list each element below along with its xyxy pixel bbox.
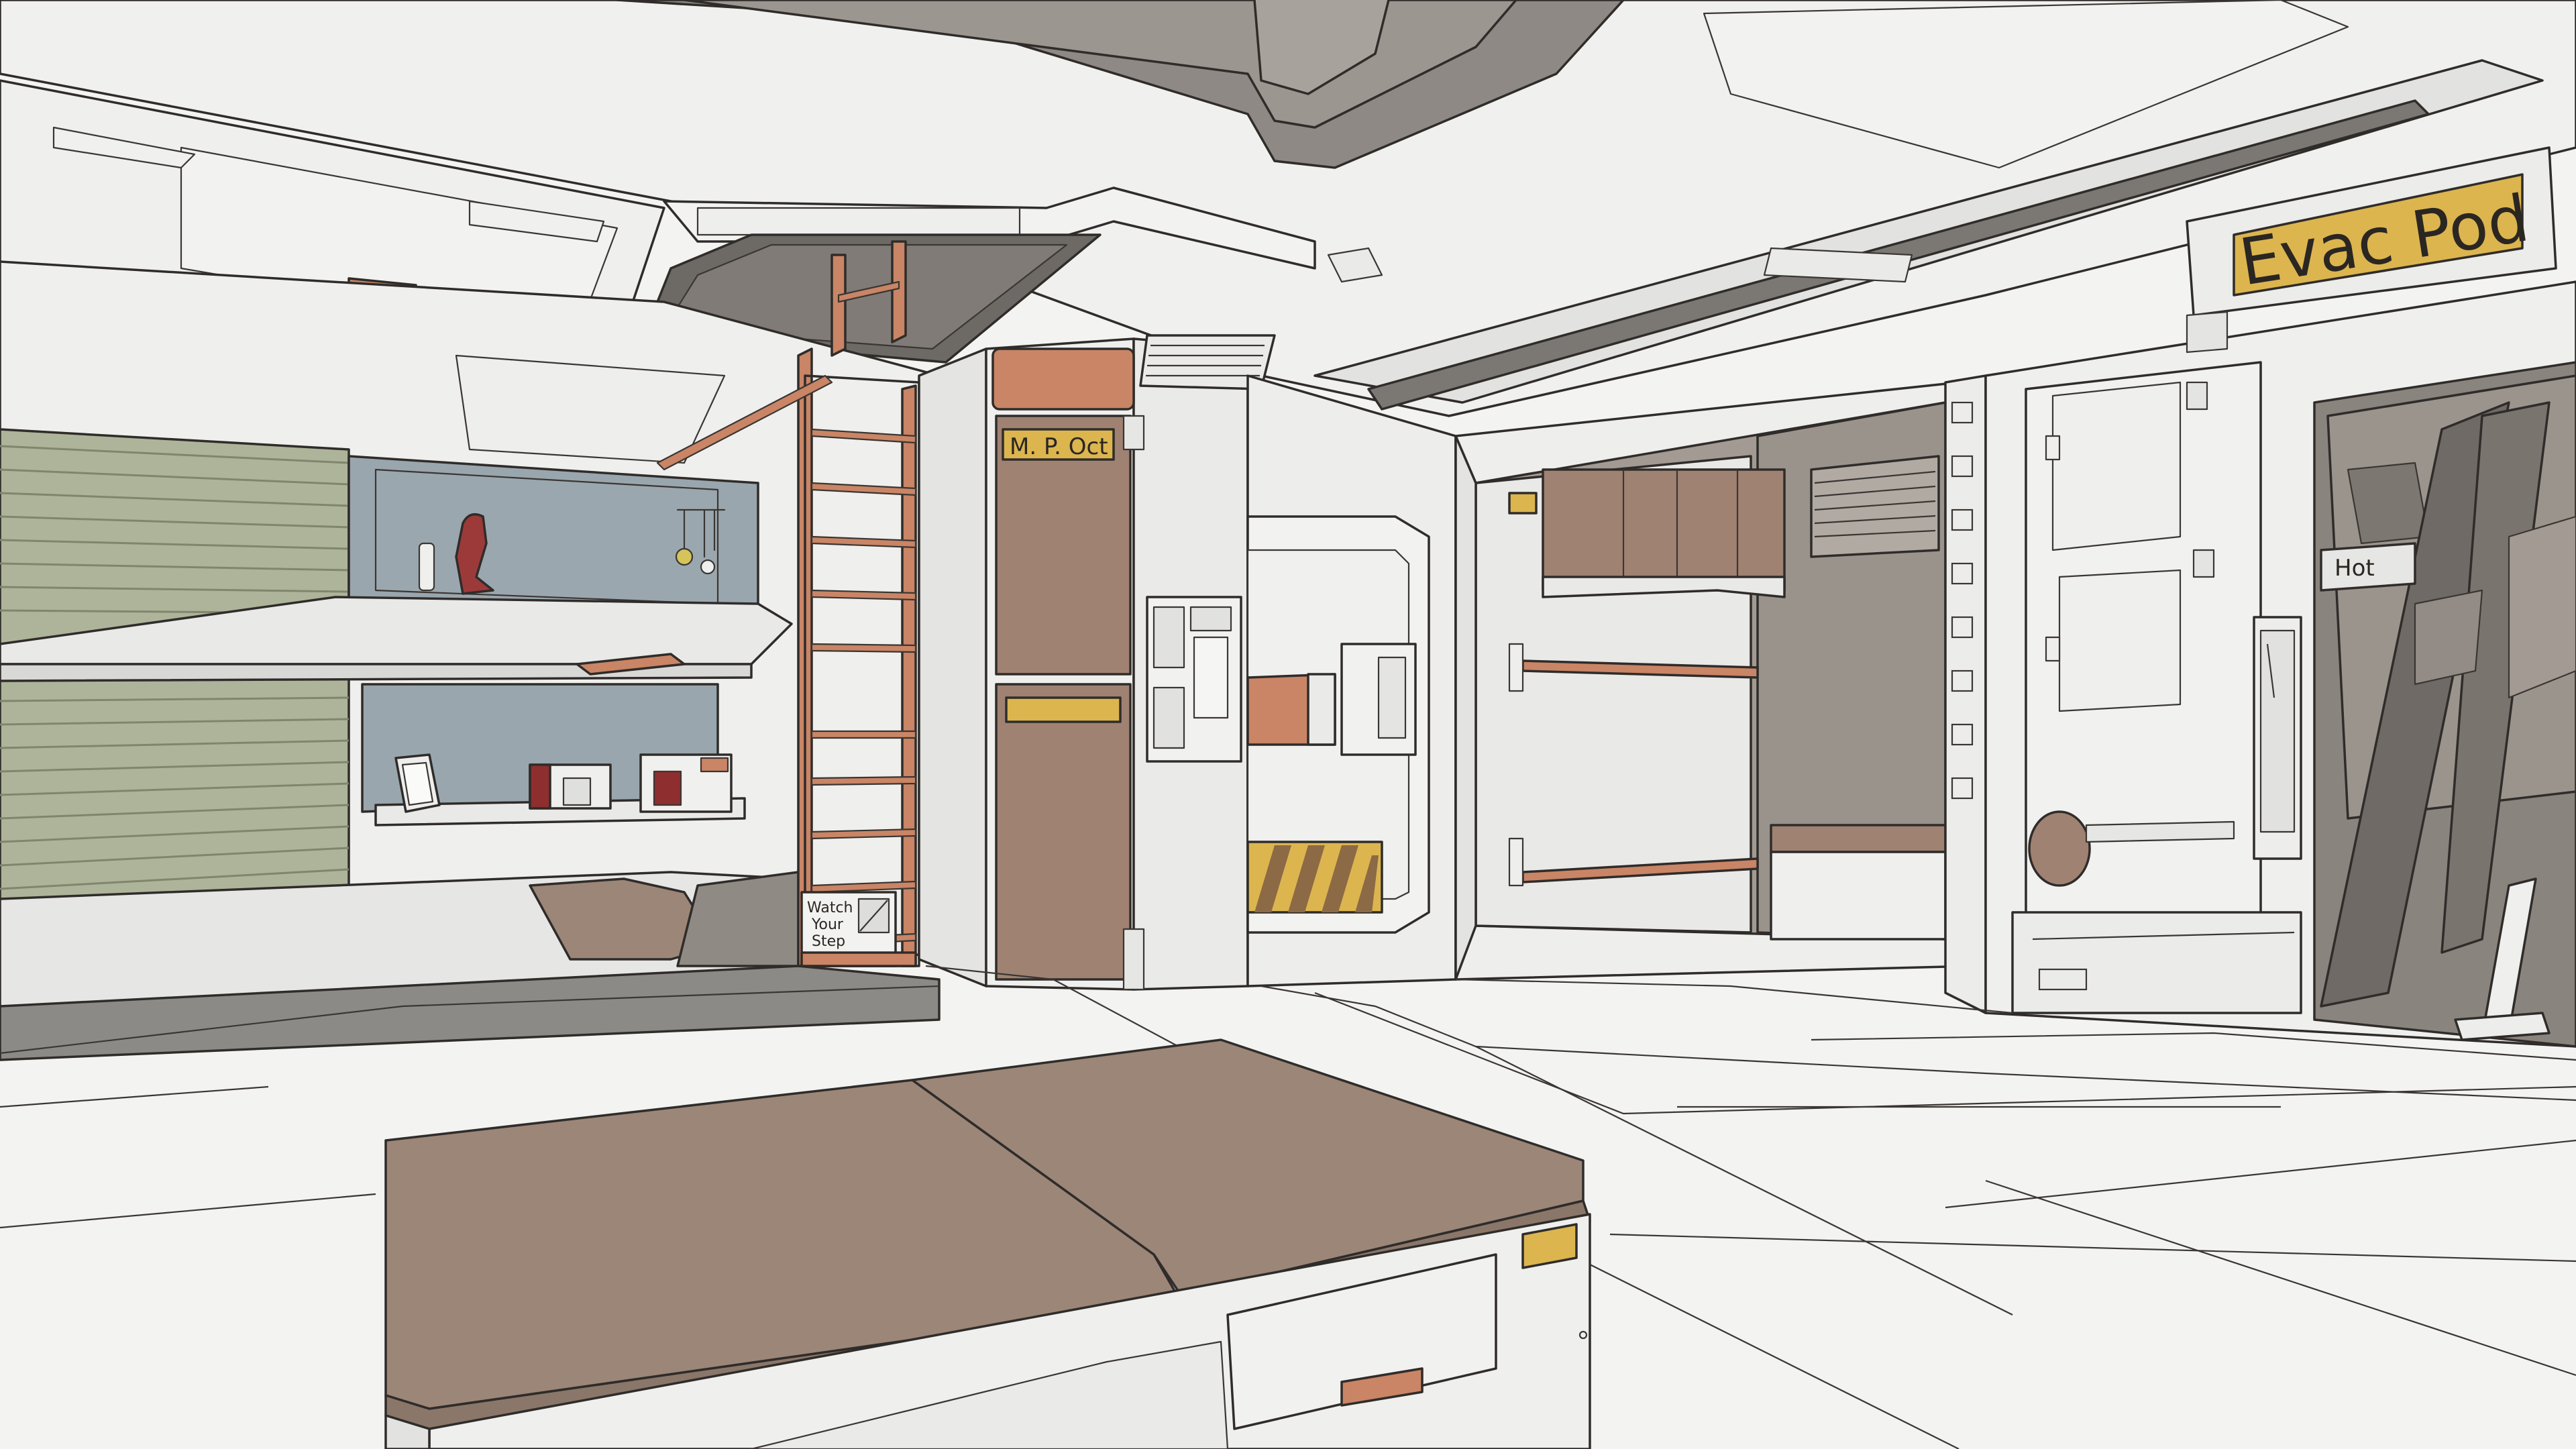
cube-device	[639, 753, 733, 813]
watch-sign-line3: Step	[812, 933, 845, 950]
personal-locker: M. P. Oct	[918, 334, 1276, 991]
radio-device	[529, 763, 612, 810]
storage-alcove	[1454, 381, 1974, 981]
hot-label: Hot	[2334, 555, 2375, 582]
spaceship-crew-quarters-scene: Watch Your Step M. P. Oct Hot Evac Pod	[0, 0, 2576, 1449]
bottle	[418, 542, 435, 592]
locker-name-label: M. P. Oct	[1010, 433, 1108, 460]
watch-sign-line2: Your	[811, 916, 844, 933]
evac-pod-area: Hot	[1984, 280, 2576, 1048]
watch-sign-line1: Watch	[807, 900, 853, 916]
door-frame	[1944, 374, 1987, 1014]
hazard-stripes	[1246, 841, 1383, 914]
valve-handle	[2028, 810, 2091, 887]
corridor-door	[1246, 374, 1457, 987]
